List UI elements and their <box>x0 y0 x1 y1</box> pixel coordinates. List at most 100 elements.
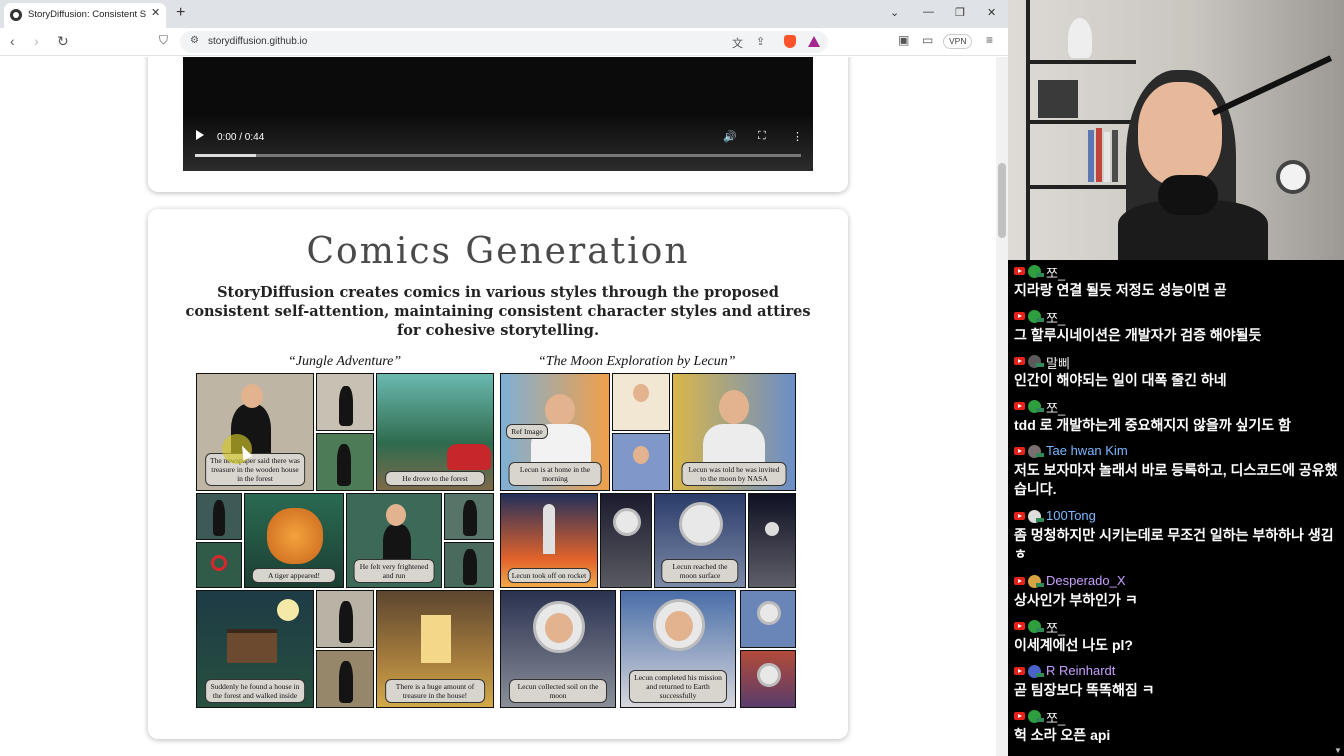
chat-username[interactable]: 쪼_ <box>1046 308 1065 327</box>
tiger <box>267 508 323 564</box>
chat-message: 쪼_ 이세계에선 나도 pl? <box>1014 618 1344 655</box>
chat-username[interactable]: Desperado_X <box>1046 573 1126 588</box>
menu-icon[interactable]: ≡ <box>986 33 993 47</box>
shelf-post <box>1026 0 1030 260</box>
chat-message: 쪼_ 그 할루시네이션은 개발자가 검증 해야될듯 <box>1014 308 1344 345</box>
comic-panel: Suddenly he found a house in the forest … <box>196 590 314 708</box>
chat-message-header: 쪼_ <box>1014 618 1344 637</box>
comic-panel <box>612 433 670 491</box>
member-badge-icon <box>1036 673 1044 677</box>
chat-message: Tae hwan Kim 저도 보자마자 놀래서 바로 등록하고, 디스코드에 공… <box>1014 443 1344 499</box>
comic-caption: Lecun reached the moon surface <box>661 559 739 583</box>
member-badge-icon <box>1036 273 1044 277</box>
reload-icon[interactable]: ↻ <box>57 33 69 50</box>
chat-message-text: 인간이 해야되는 일이 대폭 줄긴 하네 <box>1014 372 1227 388</box>
chat-message: 쪼_ 지라랑 연결 될듯 저정도 성능이면 곧 <box>1014 263 1344 300</box>
plus-icon[interactable]: + <box>176 4 185 22</box>
figure <box>339 601 353 643</box>
chat-message: Desperado_X 상사인가 부하인가 ㅋ <box>1014 573 1344 610</box>
sign <box>211 555 227 571</box>
moon <box>277 599 299 621</box>
chat-username[interactable]: Tae hwan Kim <box>1046 443 1128 458</box>
earth <box>765 522 779 536</box>
page-scrollbar[interactable] <box>996 57 1008 756</box>
comic-panel: A tiger appeared! <box>244 493 344 588</box>
back-icon[interactable]: ‹ <box>10 33 15 49</box>
more-options-icon[interactable]: ⋮ <box>792 130 803 143</box>
url-text[interactable]: storydiffusion.github.io <box>208 36 307 47</box>
chat-username[interactable]: 100Tong <box>1046 508 1096 523</box>
close-icon[interactable]: ✕ <box>151 6 160 19</box>
shelf-board <box>1026 120 1136 124</box>
comic-caption: There is a huge amount of treasure in th… <box>385 679 485 703</box>
chat-message-text: 저도 보자마자 놀래서 바로 등록하고, 디스코드에 공유했습니다. <box>1014 462 1338 497</box>
book <box>1096 128 1102 182</box>
head <box>241 384 263 408</box>
chevron-down-icon[interactable]: ⌄ <box>890 6 899 19</box>
comic-panel: He drove to the forest <box>376 373 494 491</box>
bookmark-icon[interactable]: ⛉ <box>159 33 168 48</box>
chat-username[interactable]: 쪼_ <box>1046 398 1065 417</box>
volume-icon[interactable]: 🔊 <box>723 130 737 143</box>
comic-caption: He felt very frightened and run <box>353 559 435 583</box>
tab-strip: StoryDiffusion: Consistent Self- ✕ + ⌄ —… <box>0 0 1008 28</box>
comic-panel <box>740 650 796 708</box>
wallet-icon[interactable]: ▭ <box>922 33 933 47</box>
book <box>1112 130 1118 182</box>
comic-panel <box>316 433 374 491</box>
chat-username[interactable]: 쪼_ <box>1046 708 1065 727</box>
chat-username[interactable]: 쪼_ <box>1046 618 1065 637</box>
microphone <box>1158 175 1218 215</box>
chat-message: 100Tong 좀 멍청하지만 시키는데로 무조건 일하는 부하하나 생김 ㅎ <box>1014 508 1344 564</box>
screen: StoryDiffusion: Consistent Self- ✕ + ⌄ —… <box>0 0 1344 756</box>
share-icon[interactable]: ⇪ <box>756 35 765 48</box>
doorway <box>421 615 451 663</box>
youtube-icon <box>1014 267 1025 275</box>
member-badge-icon <box>1036 318 1044 322</box>
youtube-icon <box>1014 712 1025 720</box>
tab-storydiffusion[interactable]: StoryDiffusion: Consistent Self- ✕ <box>4 3 166 28</box>
scroll-down-icon[interactable]: ▼ <box>1334 746 1342 755</box>
youtube-icon <box>1014 402 1025 410</box>
figure <box>463 549 477 585</box>
chat-message-header: Tae hwan Kim <box>1014 443 1344 459</box>
chat-message-text: 이세계에선 나도 pl? <box>1014 637 1133 653</box>
comic-caption: The newspaper said there was treasure in… <box>205 453 305 486</box>
chat-username[interactable]: 쪼_ <box>1046 263 1065 282</box>
brave-shield-icon[interactable] <box>784 35 796 48</box>
youtube-icon <box>1014 312 1025 320</box>
play-icon[interactable] <box>196 130 204 140</box>
chat-message: 말삐 인간이 해야되는 일이 대폭 줄긴 하네 <box>1014 353 1344 390</box>
section-title: Comics Generation <box>306 231 690 272</box>
sidebar-icon[interactable]: ▣ <box>898 33 909 47</box>
restore-icon[interactable]: ❐ <box>955 6 965 19</box>
browser-window: StoryDiffusion: Consistent Self- ✕ + ⌄ —… <box>0 0 1008 756</box>
video-player[interactable]: 0:00 / 0:44 🔊 ⛶ ⋮ <box>183 57 813 171</box>
chat-username[interactable]: 말삐 <box>1046 353 1070 372</box>
chat-message-header: Desperado_X <box>1014 573 1344 589</box>
shelf-board <box>1026 185 1136 189</box>
red-car <box>447 444 491 470</box>
head <box>719 390 749 424</box>
shirt <box>703 424 765 464</box>
brave-rewards-icon[interactable] <box>808 36 820 47</box>
vpn-button[interactable]: VPN <box>943 34 973 49</box>
live-chat: 쪼_ 지라랑 연결 될듯 저정도 성능이면 곧쪼_ 그 할루시네이션은 개발자가 검… <box>1008 260 1344 756</box>
mic-arm <box>1211 55 1333 116</box>
scrollbar-thumb[interactable] <box>998 163 1006 238</box>
comic-caption: Lecun is at home in the morning <box>508 462 602 486</box>
comic-panel: Lecun collected soil on the moon <box>500 590 616 708</box>
address-bar[interactable]: ⚙ storydiffusion.github.io 文 ⇪ <box>180 31 828 53</box>
youtube-icon <box>1014 512 1025 520</box>
translate-icon[interactable]: 文 <box>732 35 743 51</box>
comic-panel: There is a huge amount of treasure in th… <box>376 590 494 708</box>
comic-panel <box>600 493 652 588</box>
strip-title-jungle: “Jungle Adventure” <box>288 354 402 369</box>
video-progress-bar[interactable] <box>195 154 801 157</box>
site-info-icon[interactable]: ⚙ <box>190 35 199 46</box>
minimize-icon[interactable]: — <box>923 6 934 18</box>
chat-username[interactable]: R Reinhardt <box>1046 663 1115 678</box>
forward-icon[interactable]: › <box>34 33 39 49</box>
fullscreen-icon[interactable]: ⛶ <box>758 130 766 143</box>
window-close-icon[interactable]: ✕ <box>987 6 996 19</box>
